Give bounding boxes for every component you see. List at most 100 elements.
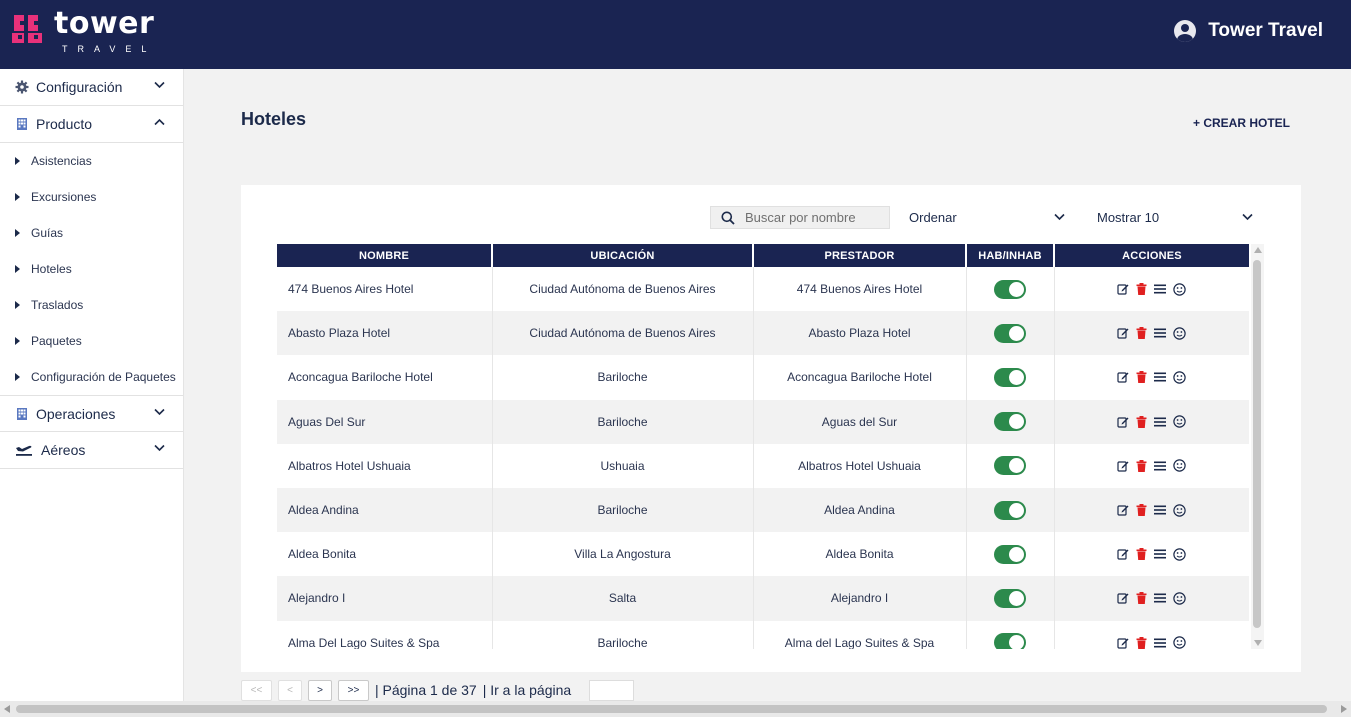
table-row[interactable]: Albatros Hotel Ushuaia Ushuaia Albatros Ho… <box>277 443 1249 488</box>
table-row[interactable]: Aguas Del Sur Bariloche Aguas del Sur <box>277 399 1250 444</box>
column-header-hab-inhab[interactable]: HAB/INHAB <box>966 244 1055 267</box>
enabled-toggle[interactable] <box>994 279 1026 299</box>
scrollbar-thumb[interactable] <box>16 705 1327 713</box>
table-row[interactable]: Aldea Bonita Villa La Angostura Aldea Boni… <box>277 532 1249 577</box>
emoji-icon[interactable] <box>1173 503 1186 517</box>
caret-right-icon <box>15 157 20 165</box>
table-row[interactable]: Aconcagua Bariloche Hotel Bariloche Aconca… <box>277 355 1249 400</box>
edit-icon[interactable] <box>1117 371 1129 384</box>
scrollbar-thumb[interactable] <box>1253 260 1261 628</box>
sidebar-item-label: Hoteles <box>31 262 72 276</box>
table-row[interactable]: Abasto Plaza Hotel Ciudad Autónoma de Bue… <box>277 311 1249 356</box>
edit-icon[interactable] <box>1117 548 1129 560</box>
table-row[interactable]: Alma Del Lago Suites & Spa Bariloche Alma … <box>277 620 1249 649</box>
row-actions <box>1055 415 1250 428</box>
column-header-prestador[interactable]: PRESTADOR <box>753 244 967 267</box>
tower-travel-logo[interactable]: tower TRAVEL <box>10 6 170 58</box>
order-select-label: Ordenar <box>909 210 957 225</box>
search-input[interactable] <box>745 210 885 225</box>
emoji-icon[interactable] <box>1173 592 1186 605</box>
delete-icon[interactable] <box>1136 548 1147 561</box>
table-vertical-scrollbar[interactable] <box>1251 244 1264 649</box>
delete-icon[interactable] <box>1136 459 1147 472</box>
sidebar-section-producto[interactable]: Producto <box>0 106 183 143</box>
sidebar-section-aereos[interactable]: Aéreos <box>0 432 183 469</box>
list-icon[interactable] <box>1154 328 1167 338</box>
list-icon[interactable] <box>1154 417 1167 427</box>
delete-icon[interactable] <box>1136 636 1147 649</box>
list-icon[interactable] <box>1154 284 1167 294</box>
sidebar-item-excursiones[interactable]: Excursiones <box>0 179 183 215</box>
emoji-icon[interactable] <box>1173 371 1186 384</box>
cell-ubicacion: Bariloche <box>492 620 754 649</box>
show-count-select[interactable]: Mostrar 10 <box>1097 210 1253 225</box>
delete-icon[interactable] <box>1136 592 1147 605</box>
scroll-up-icon[interactable] <box>1254 247 1262 253</box>
delete-icon[interactable] <box>1136 283 1147 296</box>
edit-icon[interactable] <box>1117 592 1129 605</box>
cell-acciones <box>1054 311 1249 356</box>
search-box[interactable] <box>710 206 890 229</box>
goto-page-input[interactable] <box>589 679 635 701</box>
enabled-toggle[interactable] <box>994 633 1026 649</box>
cell-hab-inhab <box>966 487 1055 533</box>
user-menu[interactable]: Tower Travel <box>1174 20 1323 42</box>
enabled-toggle[interactable] <box>994 588 1026 608</box>
enabled-toggle[interactable] <box>994 367 1026 387</box>
delete-icon[interactable] <box>1136 371 1147 384</box>
edit-icon[interactable] <box>1117 637 1129 649</box>
column-header-nombre[interactable]: NOMBRE <box>277 244 493 267</box>
list-icon[interactable] <box>1154 505 1167 515</box>
emoji-icon[interactable] <box>1173 548 1186 561</box>
scroll-right-icon[interactable] <box>1341 705 1347 713</box>
cell-prestador: Alma del Lago Suites & Spa <box>753 620 967 649</box>
enabled-toggle[interactable] <box>994 456 1026 476</box>
delete-icon[interactable] <box>1136 415 1147 428</box>
cell-ubicacion: Salta <box>492 576 754 621</box>
emoji-icon[interactable] <box>1173 327 1186 340</box>
first-page-button[interactable]: << <box>241 679 272 701</box>
previous-page-button[interactable]: < <box>278 679 302 701</box>
edit-icon[interactable] <box>1117 504 1129 516</box>
list-icon[interactable] <box>1154 461 1167 471</box>
edit-icon[interactable] <box>1117 327 1129 339</box>
last-page-button[interactable]: >> <box>338 679 369 701</box>
emoji-icon[interactable] <box>1173 415 1186 428</box>
scroll-left-icon[interactable] <box>4 705 10 713</box>
emoji-icon[interactable] <box>1173 282 1186 296</box>
page-horizontal-scrollbar[interactable] <box>0 701 1351 717</box>
edit-icon[interactable] <box>1117 460 1129 472</box>
edit-icon[interactable] <box>1117 416 1129 428</box>
table-row[interactable]: Alejandro I Salta Alejandro I <box>277 576 1249 621</box>
column-header-ubicacion[interactable]: UBICACIÓN <box>492 244 754 267</box>
enabled-toggle[interactable] <box>994 323 1026 343</box>
sidebar-section-configuracion[interactable]: Configuración <box>0 69 183 106</box>
list-icon[interactable] <box>1154 549 1167 559</box>
enabled-toggle[interactable] <box>994 500 1026 520</box>
delete-icon[interactable] <box>1136 504 1147 517</box>
sidebar-item-configuracion-paquetes[interactable]: Configuración de Paquetes <box>0 359 183 395</box>
sidebar-section-operaciones[interactable]: Operaciones <box>0 395 183 432</box>
create-hotel-button[interactable]: + CREAR HOTEL <box>1193 116 1290 130</box>
list-icon[interactable] <box>1154 593 1167 603</box>
emoji-icon[interactable] <box>1173 636 1186 649</box>
table-row[interactable]: 474 Buenos Aires Hotel Ciudad Autónoma de… <box>277 267 1249 312</box>
sidebar-item-traslados[interactable]: Traslados <box>0 287 183 323</box>
table-row[interactable]: Aldea Andina Bariloche Aldea Andina <box>277 487 1249 533</box>
delete-icon[interactable] <box>1136 327 1147 340</box>
sidebar-item-label: Configuración de Paquetes <box>31 370 176 384</box>
edit-icon[interactable] <box>1117 283 1129 295</box>
next-page-button[interactable]: > <box>308 679 332 701</box>
enabled-toggle[interactable] <box>994 544 1026 564</box>
list-icon[interactable] <box>1154 638 1167 648</box>
gear-icon <box>15 80 29 94</box>
sidebar-item-hoteles[interactable]: Hoteles <box>0 251 183 287</box>
emoji-icon[interactable] <box>1173 459 1186 473</box>
list-icon[interactable] <box>1154 372 1167 382</box>
sidebar-item-asistencias[interactable]: Asistencias <box>0 143 183 179</box>
sidebar-item-guias[interactable]: Guías <box>0 215 183 251</box>
scroll-down-icon[interactable] <box>1254 640 1262 646</box>
order-select[interactable]: Ordenar <box>909 210 1065 225</box>
enabled-toggle[interactable] <box>994 412 1026 432</box>
sidebar-item-paquetes[interactable]: Paquetes <box>0 323 183 359</box>
